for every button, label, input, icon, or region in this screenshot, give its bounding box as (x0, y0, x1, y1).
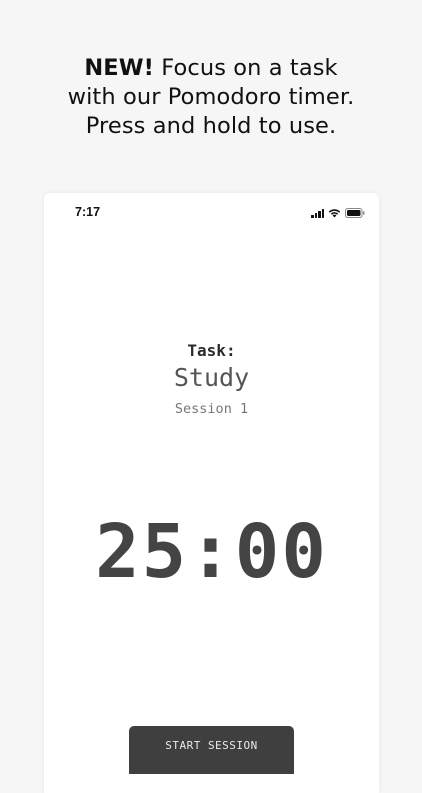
status-icons (311, 207, 365, 219)
wifi-icon (328, 208, 341, 218)
promo-headline: NEW! Focus on a task with our Pomodoro t… (0, 54, 422, 141)
status-time: 7:17 (75, 205, 101, 219)
battery-icon (345, 208, 365, 218)
start-session-button[interactable]: START SESSION (129, 726, 294, 774)
signal-icon (311, 208, 324, 218)
task-name[interactable]: Study (44, 363, 379, 392)
headline-line-2: with our Pomodoro timer. (67, 84, 355, 110)
headline-line-1-text: Focus on a task (154, 55, 338, 81)
task-label: Task: (187, 341, 236, 360)
headline-new-badge: NEW! (84, 55, 155, 81)
timer-display[interactable]: 25:00 (44, 507, 379, 597)
headline-line-3: Press and hold to use. (85, 113, 337, 139)
headline-line-1: NEW! Focus on a task (0, 54, 422, 83)
phone-screen: 7:17 Task: Study Session 1 25:00 START S… (44, 193, 379, 793)
session-label: Session 1 (174, 401, 249, 417)
